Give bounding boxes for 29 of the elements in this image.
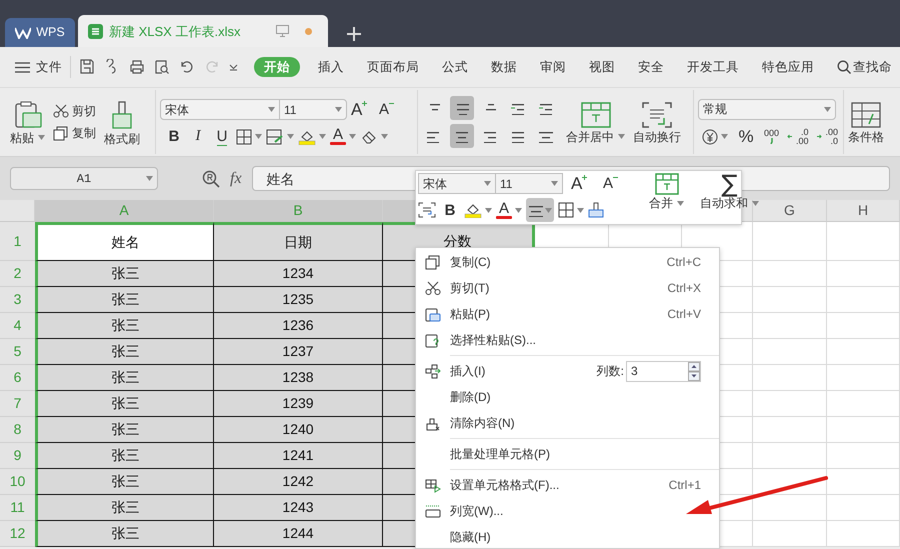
table-cell: 张三 <box>35 287 214 313</box>
table-cell: 张三 <box>35 313 214 339</box>
table-cell: 1236 <box>214 313 383 339</box>
table-cell: 张三 <box>35 469 214 495</box>
shortcut-text: Ctrl+1 <box>668 479 701 491</box>
table-cell: 1240 <box>214 417 383 443</box>
table-cell: 张三 <box>35 339 214 365</box>
table-cell: 1238 <box>214 365 383 391</box>
shortcut-text: Ctrl+V <box>667 308 701 320</box>
table-cell: 1234 <box>214 261 383 287</box>
table-cell: 张三 <box>35 365 214 391</box>
count-label: 列数: <box>596 365 624 377</box>
table-cell: 1235 <box>214 287 383 313</box>
table-cell: 姓名 <box>35 222 214 261</box>
table-cell: 1239 <box>214 391 383 417</box>
table-cell: 日期 <box>214 222 383 261</box>
table-cell: 张三 <box>35 391 214 417</box>
shortcut-text: Ctrl+C <box>666 256 701 268</box>
table-cell: 1244 <box>214 521 383 547</box>
table-cell: 张三 <box>35 521 214 547</box>
table-cell: 张三 <box>35 495 214 521</box>
table-cell: 1241 <box>214 443 383 469</box>
table-cell: 张三 <box>35 443 214 469</box>
table-cell: 1242 <box>214 469 383 495</box>
table-cell: 1243 <box>214 495 383 521</box>
table-cell: 张三 <box>35 417 214 443</box>
table-cell: 张三 <box>35 261 214 287</box>
shortcut-text: Ctrl+X <box>667 282 701 294</box>
table-cell: 1237 <box>214 339 383 365</box>
